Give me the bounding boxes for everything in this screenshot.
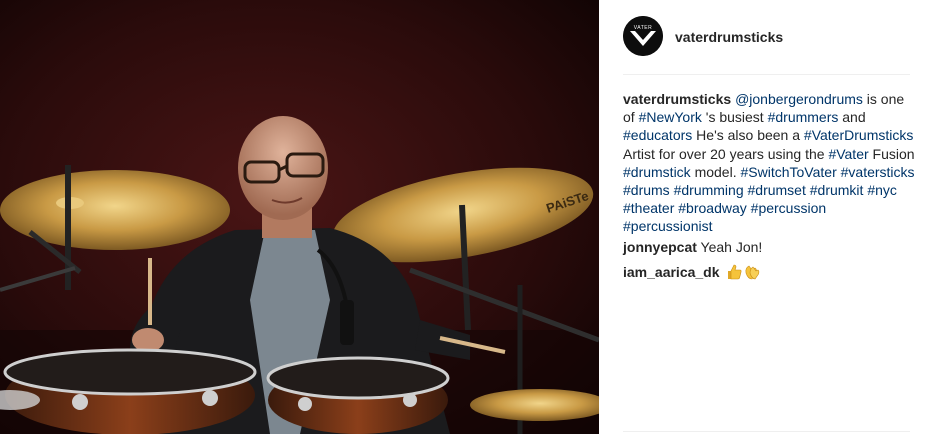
hashtag-link[interactable]: #theater [623, 200, 674, 216]
post-caption: vaterdrumsticks @jonbergerondrums is one… [623, 90, 915, 236]
avatar-brand-text: VATER [633, 25, 653, 31]
comment-item: iam_aarica_dk [623, 263, 760, 284]
clapping-hands-emoji-icon [743, 264, 760, 284]
thumbs-up-emoji-icon [726, 264, 742, 284]
caption-text: Artist for over 20 years using the [623, 145, 829, 162]
vater-logo-icon [623, 16, 663, 56]
hashtag-link[interactable]: #drumset [748, 182, 806, 198]
comment-item: jonnyepcat Yeah Jon! [623, 238, 762, 256]
post-header: VATER vaterdrumsticks [623, 16, 910, 58]
caption-text: He's also been a [692, 127, 804, 144]
divider [623, 74, 910, 75]
drummer-photo: PAiSTe [0, 0, 599, 434]
hashtag-link[interactable]: #educators [623, 127, 692, 143]
hashtag-link[interactable]: #broadway [678, 200, 747, 216]
hashtag-link[interactable]: #Vater [828, 146, 868, 162]
comment-username[interactable]: jonnyepcat [623, 239, 697, 255]
hashtag-link[interactable]: #drumming [674, 182, 744, 198]
hashtag-link[interactable]: #NewYork [639, 109, 702, 125]
hashtag-link[interactable]: #percussionist [623, 218, 713, 234]
hashtag-link[interactable]: #percussion [751, 200, 827, 216]
hashtag-link[interactable]: #SwitchToVater [741, 164, 837, 180]
hashtag-link[interactable]: #VaterDrumsticks [804, 127, 913, 143]
hashtag-link[interactable]: #drummers [768, 109, 839, 125]
caption-text: model. [690, 163, 741, 180]
mention-link[interactable]: @jonbergerondrums [735, 91, 863, 107]
caption-text: Fusion [868, 145, 915, 162]
avatar[interactable]: VATER [623, 16, 663, 56]
comment-text: Yeah Jon! [700, 239, 763, 255]
hashtag-link[interactable]: #drumkit [810, 182, 864, 198]
caption-text: and [838, 109, 866, 126]
hashtag-link[interactable]: #nyc [867, 182, 897, 198]
caption-text: 's busiest [701, 109, 768, 126]
comment-username[interactable]: iam_aarica_dk [623, 264, 720, 280]
divider [623, 431, 910, 432]
hashtag-link[interactable]: #vatersticks [841, 164, 915, 180]
post-username[interactable]: vaterdrumsticks [675, 29, 783, 45]
caption-username[interactable]: vaterdrumsticks [623, 91, 731, 107]
post-side-panel: VATER vaterdrumsticks vaterdrumsticks @j… [599, 0, 932, 434]
post-photo[interactable]: PAiSTe [0, 0, 599, 434]
hashtag-link[interactable]: #drumstick [623, 164, 691, 180]
hashtag-link[interactable]: #drums [623, 182, 670, 198]
